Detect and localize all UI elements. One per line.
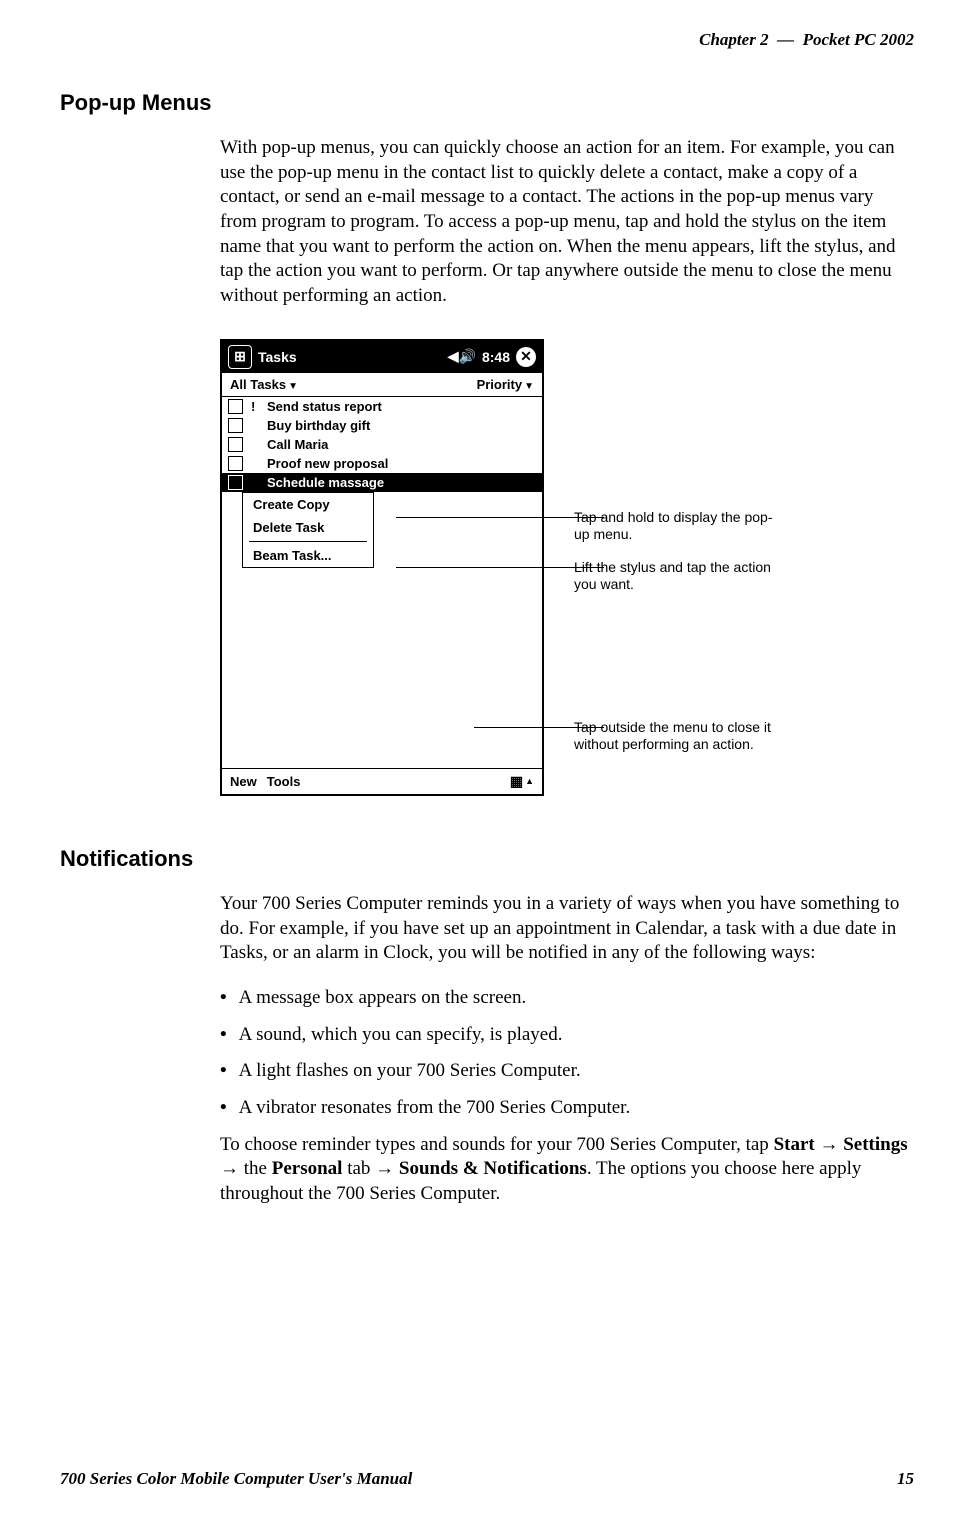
popup-item-create-copy[interactable]: Create Copy (243, 493, 373, 516)
bullet-item: • A message box appears on the screen. (220, 986, 914, 1011)
close-icon[interactable]: ✕ (516, 347, 536, 367)
bottombar-tools[interactable]: Tools (267, 774, 301, 789)
task-checkbox[interactable] (228, 399, 243, 414)
filter-category[interactable]: All Tasks▼ (230, 377, 298, 392)
task-row[interactable]: Call Maria (222, 435, 542, 454)
bullet-icon: • (220, 1023, 227, 1048)
task-checkbox[interactable] (228, 418, 243, 433)
section-heading-notifications: Notifications (60, 846, 914, 872)
task-row-selected[interactable]: Schedule massage (222, 473, 542, 492)
task-label: Call Maria (267, 437, 328, 452)
start-icon[interactable]: ⊞ (228, 345, 252, 369)
task-checkbox[interactable] (228, 456, 243, 471)
notifications-closing: To choose reminder types and sounds for … (220, 1133, 914, 1207)
task-label: Schedule massage (267, 475, 384, 490)
page-footer: 700 Series Color Mobile Computer User's … (60, 1469, 914, 1489)
popup-menu: Create Copy Delete Task Beam Task... (242, 492, 374, 568)
keyboard-icon[interactable]: ▦▲ (510, 773, 534, 790)
clock-time[interactable]: 8:48 (482, 349, 510, 365)
speaker-icon[interactable]: ◀🔊 (448, 348, 476, 365)
task-row[interactable]: Proof new proposal (222, 454, 542, 473)
nav-personal: Personal (272, 1158, 343, 1179)
task-row[interactable]: ! Send status report (222, 397, 542, 416)
arrow-icon: → (375, 1158, 394, 1179)
popup-item-delete-task[interactable]: Delete Task (243, 516, 373, 539)
priority-icon: ! (251, 399, 259, 414)
task-label: Send status report (267, 399, 382, 414)
chevron-down-icon: ▼ (288, 381, 298, 392)
chapter-label: Chapter 2 (699, 30, 768, 49)
bullet-text: A vibrator resonates from the 700 Series… (239, 1096, 631, 1121)
popup-menus-paragraph: With pop-up menus, you can quickly choos… (220, 136, 914, 309)
arrow-icon: → (220, 1158, 239, 1179)
device-bottombar: New Tools ▦▲ (222, 768, 542, 794)
arrow-icon: → (819, 1134, 838, 1155)
section-heading-popup-menus: Pop-up Menus (60, 90, 914, 116)
nav-sounds: Sounds & Notifications (399, 1158, 587, 1179)
chevron-down-icon: ▼ (524, 381, 534, 392)
bullet-item: • A light flashes on your 700 Series Com… (220, 1059, 914, 1084)
task-list: ! Send status report Buy birthday gift C… (222, 397, 542, 568)
task-label: Proof new proposal (267, 456, 388, 471)
chapter-title: Pocket PC 2002 (803, 30, 914, 49)
task-checkbox[interactable] (228, 475, 243, 490)
bullet-text: A message box appears on the screen. (239, 986, 527, 1011)
task-label: Buy birthday gift (267, 418, 370, 433)
bullet-text: A light flashes on your 700 Series Compu… (239, 1059, 581, 1084)
callout-tap-outside: Tap outside the menu to close it without… (574, 719, 774, 753)
device-titlebar: ⊞ Tasks ◀🔊 8:48 ✕ (222, 341, 542, 373)
bullet-icon: • (220, 1096, 227, 1121)
nav-start: Start (774, 1134, 815, 1155)
popup-divider (249, 541, 367, 542)
bottombar-new[interactable]: New (230, 774, 257, 789)
task-checkbox[interactable] (228, 437, 243, 452)
filter-sort[interactable]: Priority▼ (477, 377, 534, 392)
notifications-paragraph: Your 700 Series Computer reminds you in … (220, 892, 914, 966)
popup-item-beam-task[interactable]: Beam Task... (243, 544, 373, 567)
header-separator: — (777, 30, 794, 49)
tasks-screenshot-figure: ⊞ Tasks ◀🔊 8:48 ✕ All Tasks▼ Priority▼ !… (220, 339, 914, 796)
app-title: Tasks (258, 349, 297, 365)
callout-tap-hold: Tap and hold to display the pop-up menu. (574, 509, 774, 543)
bullet-icon: • (220, 1059, 227, 1084)
footer-page-number: 15 (897, 1469, 914, 1489)
task-row[interactable]: Buy birthday gift (222, 416, 542, 435)
device-blank-area[interactable] (222, 568, 542, 768)
filter-bar: All Tasks▼ Priority▼ (222, 373, 542, 397)
footer-manual-title: 700 Series Color Mobile Computer User's … (60, 1469, 412, 1489)
callout-lift-tap: Lift the stylus and tap the action you w… (574, 559, 774, 593)
bullet-item: • A sound, which you can specify, is pla… (220, 1023, 914, 1048)
bullet-item: • A vibrator resonates from the 700 Seri… (220, 1096, 914, 1121)
nav-settings: Settings (843, 1134, 907, 1155)
bullet-icon: • (220, 986, 227, 1011)
bullet-text: A sound, which you can specify, is playe… (239, 1023, 563, 1048)
page-header: Chapter 2 — Pocket PC 2002 (60, 30, 914, 50)
